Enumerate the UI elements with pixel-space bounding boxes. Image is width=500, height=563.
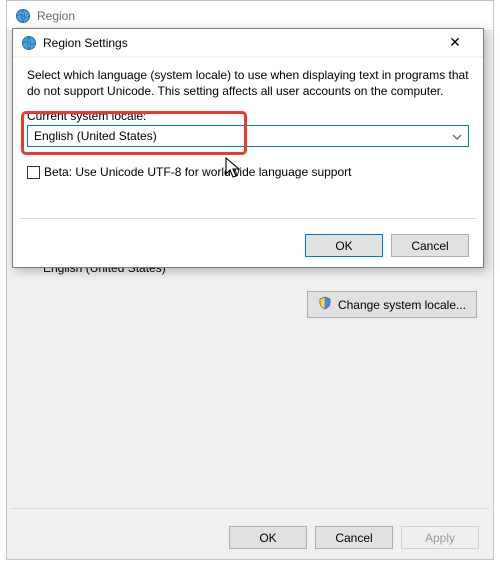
shield-icon — [318, 296, 332, 313]
modal-separator — [19, 218, 477, 219]
locale-label: Current system locale: — [27, 109, 469, 123]
region-title: Region — [37, 9, 75, 23]
locale-selected-value: English (United States) — [34, 129, 157, 143]
parent-cancel-button[interactable]: Cancel — [315, 526, 393, 549]
change-system-locale-button[interactable]: Change system locale... — [307, 291, 477, 318]
utf8-beta-checkbox[interactable] — [27, 166, 40, 179]
utf8-beta-label: Beta: Use Unicode UTF-8 for worldwide la… — [44, 165, 352, 179]
region-settings-dialog: Region Settings ✕ Select which language … — [12, 28, 484, 268]
globe-icon — [21, 35, 37, 51]
chevron-down-icon — [452, 129, 462, 143]
close-button[interactable]: ✕ — [435, 31, 475, 55]
modal-titlebar: Region Settings ✕ — [13, 29, 483, 57]
parent-separator — [11, 508, 489, 509]
region-titlebar: Region — [7, 1, 493, 31]
modal-ok-button[interactable]: OK — [305, 234, 383, 257]
close-icon: ✕ — [449, 34, 461, 51]
modal-title: Region Settings — [43, 36, 435, 50]
change-system-locale-label: Change system locale... — [338, 298, 466, 312]
parent-ok-button[interactable]: OK — [229, 526, 307, 549]
modal-cancel-button[interactable]: Cancel — [391, 234, 469, 257]
system-locale-dropdown[interactable]: English (United States) — [27, 125, 469, 147]
globe-icon — [15, 8, 31, 24]
modal-description: Select which language (system locale) to… — [27, 67, 469, 99]
parent-apply-button: Apply — [401, 526, 479, 549]
